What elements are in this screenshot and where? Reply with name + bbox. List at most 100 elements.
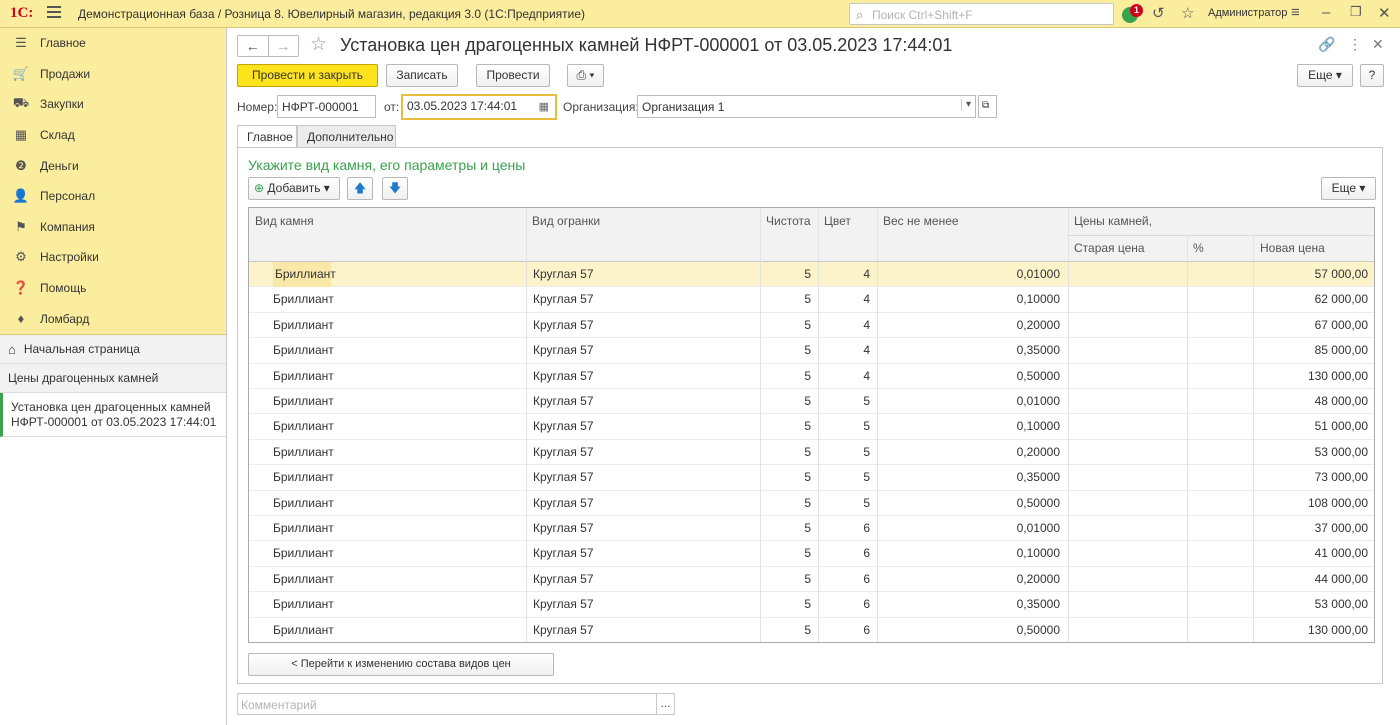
back-arrow-icon[interactable]: ← bbox=[238, 36, 269, 56]
header-prices[interactable]: Цены камней, bbox=[1068, 208, 1158, 234]
close-form-icon[interactable]: ✕ bbox=[1372, 36, 1384, 53]
cell-cut: Круглая 57 bbox=[533, 394, 594, 408]
table-row[interactable]: Бриллиант Круглая 57 5 4 0,35000 85 000,00 bbox=[249, 338, 1374, 364]
settings-menu-icon[interactable]: ≡ bbox=[1291, 4, 1300, 21]
sidebar-item-9[interactable]: ♦ Ломбард bbox=[0, 303, 226, 334]
cell-stone: Бриллиант bbox=[273, 571, 334, 586]
go-to-price-types-button[interactable]: < Перейти к изменению состава видов цен bbox=[248, 653, 554, 676]
sidebar-item-4[interactable]: ❷ Деньги bbox=[0, 150, 226, 181]
table-more-label: Еще bbox=[1331, 181, 1357, 195]
table-row[interactable]: Бриллиант Круглая 57 5 6 0,50000 130 000,00 bbox=[249, 618, 1374, 642]
table-row[interactable]: Бриллиант Круглая 57 5 6 0,35000 53 000,00 bbox=[249, 592, 1374, 618]
cell-color: 6 bbox=[863, 521, 870, 535]
print-button[interactable]: ⎙ ▾ bbox=[567, 64, 604, 87]
post-and-close-button[interactable]: Провести и закрыть bbox=[237, 64, 378, 87]
post-button[interactable]: Провести bbox=[476, 64, 550, 87]
sidebar-item-0[interactable]: ☰ Главное bbox=[0, 28, 226, 59]
sidebar-item-3[interactable]: ▦ Склад bbox=[0, 120, 226, 151]
open-window-prices[interactable]: Цены драгоценных камней bbox=[0, 364, 226, 393]
comment-expand-button[interactable]: ... bbox=[656, 693, 675, 715]
favorites-star-icon[interactable]: ☆ bbox=[1181, 4, 1194, 22]
header-weight[interactable]: Вес не менее bbox=[877, 208, 965, 234]
favorite-star-icon[interactable]: ☆ bbox=[310, 33, 327, 56]
table-row[interactable]: Бриллиант Круглая 57 5 4 0,20000 67 000,00 bbox=[249, 313, 1374, 339]
calendar-icon[interactable]: ▦ bbox=[539, 100, 549, 113]
cell-stone: Бриллиант bbox=[273, 343, 334, 358]
header-new-price[interactable]: Новая цена bbox=[1254, 235, 1331, 261]
sections-panel: ☰ Главное 🛒 Продажи ⛟ Закупки ▦ Склад ❷ Деньги 👤 Пе… bbox=[0, 28, 226, 335]
cell-purity: 5 bbox=[804, 419, 811, 434]
sidebar-item-label: Продажи bbox=[40, 66, 91, 81]
history-icon[interactable]: ↺ bbox=[1152, 4, 1165, 22]
sidebar-item-8[interactable]: ❓ Помощь bbox=[0, 273, 226, 304]
search-input[interactable]: ⌕ Поиск Ctrl+Shift+F bbox=[849, 3, 1114, 25]
dropdown-arrow-icon[interactable]: ▾ bbox=[960, 99, 971, 110]
header-purity[interactable]: Чистота bbox=[760, 208, 817, 234]
cell-stone: Бриллиант bbox=[273, 317, 334, 332]
sidebar-item-2[interactable]: ⛟ Закупки bbox=[0, 89, 226, 120]
header-cut[interactable]: Вид огранки bbox=[526, 208, 606, 234]
save-button[interactable]: Записать bbox=[386, 64, 458, 87]
user-name[interactable]: Администратор bbox=[1208, 7, 1287, 19]
table-row[interactable]: Бриллиант Круглая 57 5 5 0,50000 108 000,00 bbox=[249, 491, 1374, 516]
help-button[interactable]: ? bbox=[1360, 64, 1384, 87]
home-page-label: Начальная страница bbox=[23, 342, 140, 356]
move-down-button[interactable]: 🡇 bbox=[382, 177, 408, 200]
home-page-link[interactable]: ⌂ Начальная страница bbox=[0, 335, 226, 364]
header-stone[interactable]: Вид камня bbox=[249, 208, 320, 234]
cell-cut: Круглая 57 bbox=[533, 317, 594, 332]
close-icon[interactable]: ✕ bbox=[1378, 4, 1391, 22]
open-window-label: Цены драгоценных камней bbox=[8, 371, 159, 385]
table-row[interactable]: Бриллиант Круглая 57 5 5 0,01000 48 000,00 bbox=[249, 389, 1374, 415]
header-color[interactable]: Цвет bbox=[818, 208, 857, 234]
cell-color: 5 bbox=[863, 495, 870, 510]
table-row[interactable]: Бриллиант Круглая 57 5 5 0,20000 53 000,00 bbox=[249, 440, 1374, 466]
main-menu-icon[interactable] bbox=[47, 6, 61, 20]
more-button[interactable]: Еще ▾ bbox=[1297, 64, 1353, 87]
open-window-document[interactable]: Установка цен драгоценных камней НФРТ-00… bbox=[0, 393, 226, 437]
table-row[interactable]: Бриллиант Круглая 57 5 5 0,10000 51 000,00 bbox=[249, 414, 1374, 440]
table-row[interactable]: Бриллиант Круглая 57 5 4 0,10000 62 000,00 bbox=[249, 287, 1374, 313]
link-icon[interactable]: 🔗 bbox=[1318, 36, 1335, 53]
table-row[interactable]: Бриллиант Круглая 57 5 5 0,35000 73 000,00 bbox=[249, 465, 1374, 491]
date-field[interactable]: 03.05.2023 17:44:01 ▦ bbox=[401, 94, 557, 120]
number-field[interactable]: НФРТ-000001 bbox=[277, 95, 376, 118]
cell-new: 51 000,00 bbox=[1314, 419, 1368, 434]
header-percent[interactable]: % bbox=[1187, 235, 1210, 261]
table-row[interactable]: Бриллиант Круглая 57 5 6 0,20000 44 000,00 bbox=[249, 567, 1374, 593]
comment-input[interactable]: Комментарий bbox=[237, 693, 657, 715]
table-row[interactable]: Бриллиант Круглая 57 5 4 0,01000 57 000,00 bbox=[249, 262, 1374, 288]
open-organization-button[interactable]: ⧉ bbox=[978, 95, 997, 118]
more-actions-icon[interactable]: ⋮ bbox=[1348, 36, 1362, 53]
cell-color: 5 bbox=[863, 394, 870, 408]
minimize-icon[interactable]: – bbox=[1322, 4, 1330, 21]
tab-additional[interactable]: Дополнительно bbox=[297, 125, 396, 148]
restore-icon[interactable]: ❐ bbox=[1350, 4, 1362, 20]
table-row[interactable]: Бриллиант Круглая 57 5 6 0,10000 41 000,00 bbox=[249, 541, 1374, 567]
sidebar-item-5[interactable]: 👤 Персонал bbox=[0, 181, 226, 212]
cell-pct bbox=[1187, 491, 1247, 516]
cell-weight: 0,20000 bbox=[1016, 444, 1060, 459]
organization-field[interactable]: Организация 1 ▾ bbox=[637, 95, 976, 118]
header-old-price[interactable]: Старая цена bbox=[1068, 235, 1151, 261]
cell-new: 53 000,00 bbox=[1314, 444, 1368, 459]
forward-arrow-icon[interactable]: → bbox=[269, 36, 299, 56]
tab-main[interactable]: Главное bbox=[237, 125, 297, 148]
cell-weight: 0,50000 bbox=[1016, 368, 1060, 383]
cell-cut: Круглая 57 bbox=[533, 343, 594, 358]
notifications-icon[interactable]: 1 bbox=[1120, 4, 1143, 24]
table-row[interactable]: Бриллиант Круглая 57 5 6 0,01000 37 000,00 bbox=[249, 516, 1374, 542]
cell-color: 4 bbox=[863, 368, 870, 383]
number-label: Номер: bbox=[237, 100, 278, 114]
cell-purity: 5 bbox=[804, 394, 811, 408]
cell-old bbox=[1068, 389, 1180, 414]
table-row[interactable]: Бриллиант Круглая 57 5 4 0,50000 130 000,00 bbox=[249, 364, 1374, 389]
move-up-button[interactable]: 🡅 bbox=[347, 177, 373, 200]
cell-new: 41 000,00 bbox=[1314, 546, 1368, 561]
table-more-button[interactable]: Еще ▾ bbox=[1321, 177, 1376, 200]
sidebar-item-7[interactable]: ⚙ Настройки bbox=[0, 242, 226, 273]
cart-icon: 🛒 bbox=[12, 65, 30, 81]
sidebar-item-1[interactable]: 🛒 Продажи bbox=[0, 59, 226, 90]
add-button[interactable]: ⊕ Добавить ▾ bbox=[248, 177, 340, 200]
sidebar-item-6[interactable]: ⚑ Компания bbox=[0, 212, 226, 243]
